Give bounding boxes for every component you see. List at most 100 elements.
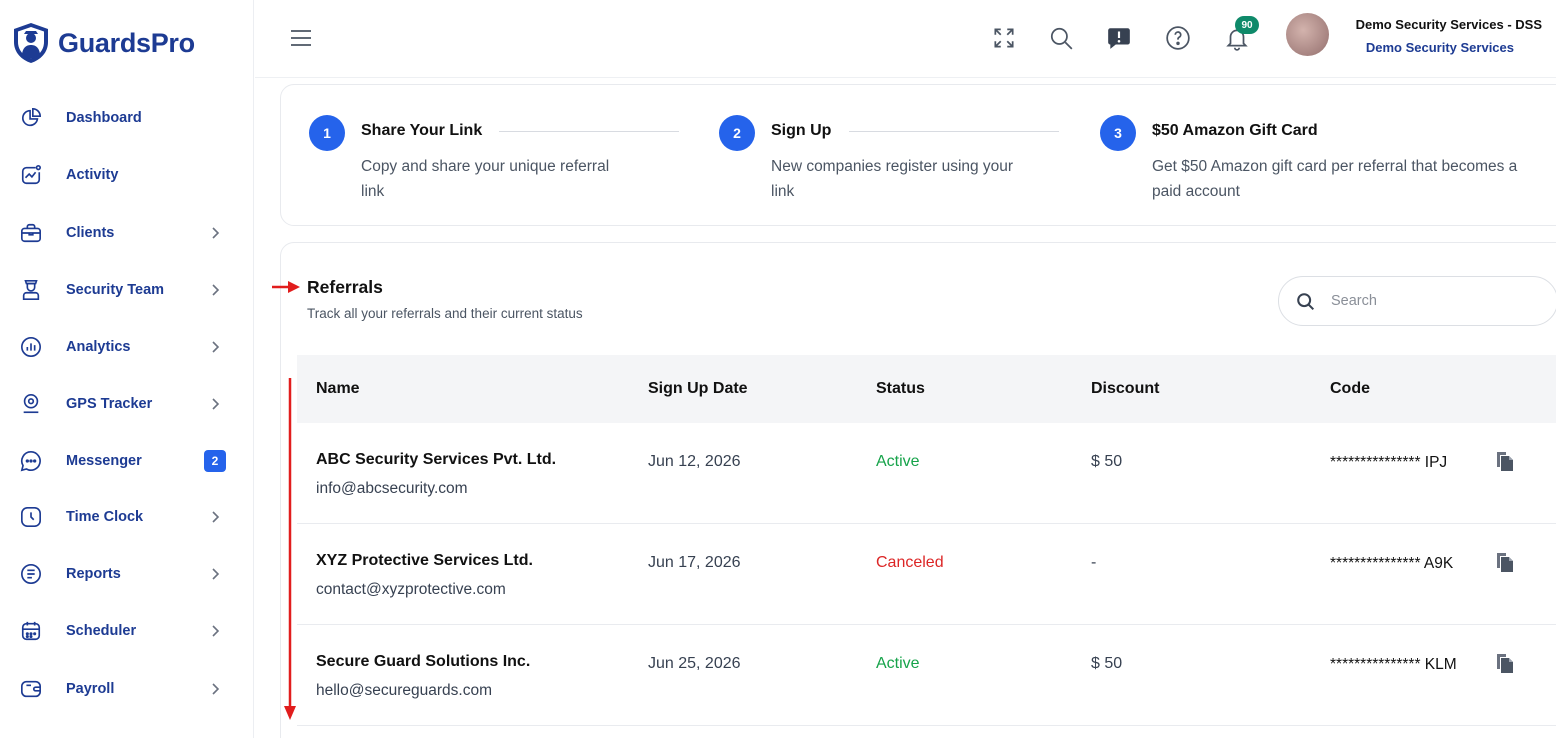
sidebar-item-clients[interactable]: Clients [0,205,254,261]
sidebar: GuardsPro Dashboard Activity Clients Sec… [0,0,254,738]
chevron-right-icon [212,284,220,296]
sidebar-item-label: Scheduler [66,623,137,639]
shield-logo-icon [14,23,48,63]
step-number: 2 [719,115,755,151]
referral-name: XYZ Protective Services Ltd. [316,552,533,569]
referral-email: contact@xyzprotective.com [316,581,506,598]
step-title: Share Your Link [361,122,483,139]
table-header: Name Sign Up Date Status Discount Code [297,355,1556,423]
logo-text: GuardsPro [58,27,195,58]
referral-email: info@abcsecurity.com [316,480,468,497]
guard-icon [22,280,40,300]
feedback-icon[interactable] [1106,25,1132,51]
sign-up-date: Jun 25, 2026 [648,655,741,672]
main-content: 1 Share Your Link Copy and share your un… [255,78,1556,738]
step-number: 1 [309,115,345,151]
help-icon[interactable] [1165,25,1191,51]
sidebar-item-payroll[interactable]: Payroll [0,661,254,717]
chevron-right-icon [212,511,220,523]
referral-steps-card: 1 Share Your Link Copy and share your un… [280,84,1556,226]
table-row[interactable]: XYZ Protective Services Ltd. contact@xyz… [297,524,1556,625]
step-divider [499,131,679,132]
briefcase-icon [21,223,41,243]
sidebar-item-label: Dashboard [66,110,142,126]
sidebar-item-label: Analytics [66,339,131,355]
step-title: Sign Up [771,122,832,139]
activity-icon [21,165,41,185]
sidebar-item-scheduler[interactable]: Scheduler [0,603,254,659]
clock-icon [21,507,41,527]
hamburger-menu-icon[interactable] [289,28,313,48]
sidebar-item-label: Messenger [66,453,142,469]
sidebar-item-label: Payroll [66,681,115,697]
copy-icon[interactable] [1495,450,1515,472]
chevron-right-icon [212,625,220,637]
step-number: 3 [1100,115,1136,151]
discount-value: $ 50 [1091,655,1123,672]
column-header-discount[interactable]: Discount [1091,380,1159,398]
sidebar-item-time-clock[interactable]: Time Clock [0,489,254,545]
referral-email: hello@secureguards.com [316,682,492,699]
status-badge: Active [876,453,920,470]
step-description: Copy and share your unique referral link [361,158,610,200]
pie-chart-icon [21,108,41,127]
referral-name: ABC Security Services Pvt. Ltd. [316,451,557,468]
column-header-status[interactable]: Status [876,380,925,398]
search-icon [1297,293,1315,311]
chevron-right-icon [212,398,220,410]
referrals-title: Referrals [307,277,383,297]
search-input[interactable] [1331,289,1531,313]
bar-chart-icon [21,337,41,357]
search-box[interactable] [1278,276,1556,326]
wallet-icon [21,680,41,698]
discount-value: $ 50 [1091,453,1123,470]
status-badge: Canceled [876,554,944,571]
sidebar-item-reports[interactable]: Reports [0,546,254,602]
copy-icon[interactable] [1495,551,1515,573]
status-badge: Active [876,655,920,672]
column-header-sign-up-date[interactable]: Sign Up Date [648,380,748,398]
referral-code: *************** IPJ [1330,454,1448,471]
sidebar-item-messenger[interactable]: Messenger 2 [0,433,254,489]
chevron-right-icon [212,568,220,580]
sidebar-item-security-team[interactable]: Security Team [0,262,254,318]
referral-name: Secure Guard Solutions Inc. [316,653,531,670]
messenger-badge: 2 [204,450,226,472]
sidebar-item-label: Time Clock [66,509,144,525]
table-row[interactable]: Secure Guard Solutions Inc. hello@secure… [297,625,1556,726]
referral-code: *************** A9K [1330,555,1454,572]
sidebar-item-label: Activity [66,167,119,183]
referral-code: *************** KLM [1330,656,1457,673]
user-name[interactable]: Demo Security Services - DSS [1339,17,1542,32]
column-header-code[interactable]: Code [1330,380,1370,398]
calendar-icon [21,621,41,641]
sidebar-item-label: Security Team [66,282,165,298]
chat-icon [20,451,41,472]
referrals-card: Referrals Track all your referrals and t… [280,242,1556,738]
referrals-subtitle: Track all your referrals and their curre… [307,306,583,321]
sidebar-item-label: GPS Tracker [66,396,153,412]
notification-badge: 90 [1235,16,1259,34]
copy-icon[interactable] [1495,652,1515,674]
chevron-right-icon [212,683,220,695]
topbar: 90 Demo Security Services - DSS Demo Sec… [255,0,1556,78]
user-company: Demo Security Services [1365,40,1514,55]
sidebar-item-analytics[interactable]: Analytics [0,319,254,375]
step-description: New companies register using your link [771,158,1014,200]
search-icon[interactable] [1048,25,1074,51]
logo[interactable]: GuardsPro [12,22,195,64]
avatar[interactable] [1286,13,1329,56]
fullscreen-icon[interactable] [991,25,1017,51]
step-divider [849,131,1059,132]
sidebar-item-activity[interactable]: Activity [0,147,254,203]
chevron-right-icon [212,227,220,239]
sidebar-item-dashboard[interactable]: Dashboard [0,90,254,146]
step-title: $50 Amazon Gift Card [1152,122,1318,139]
sidebar-item-label: Clients [66,225,115,241]
table-row[interactable]: ABC Security Services Pvt. Ltd. info@abc… [297,423,1556,524]
chevron-right-icon [212,341,220,353]
sidebar-item-gps-tracker[interactable]: GPS Tracker [0,376,254,432]
discount-value: - [1091,554,1097,571]
column-header-name[interactable]: Name [316,380,360,398]
sign-up-date: Jun 12, 2026 [648,453,741,470]
